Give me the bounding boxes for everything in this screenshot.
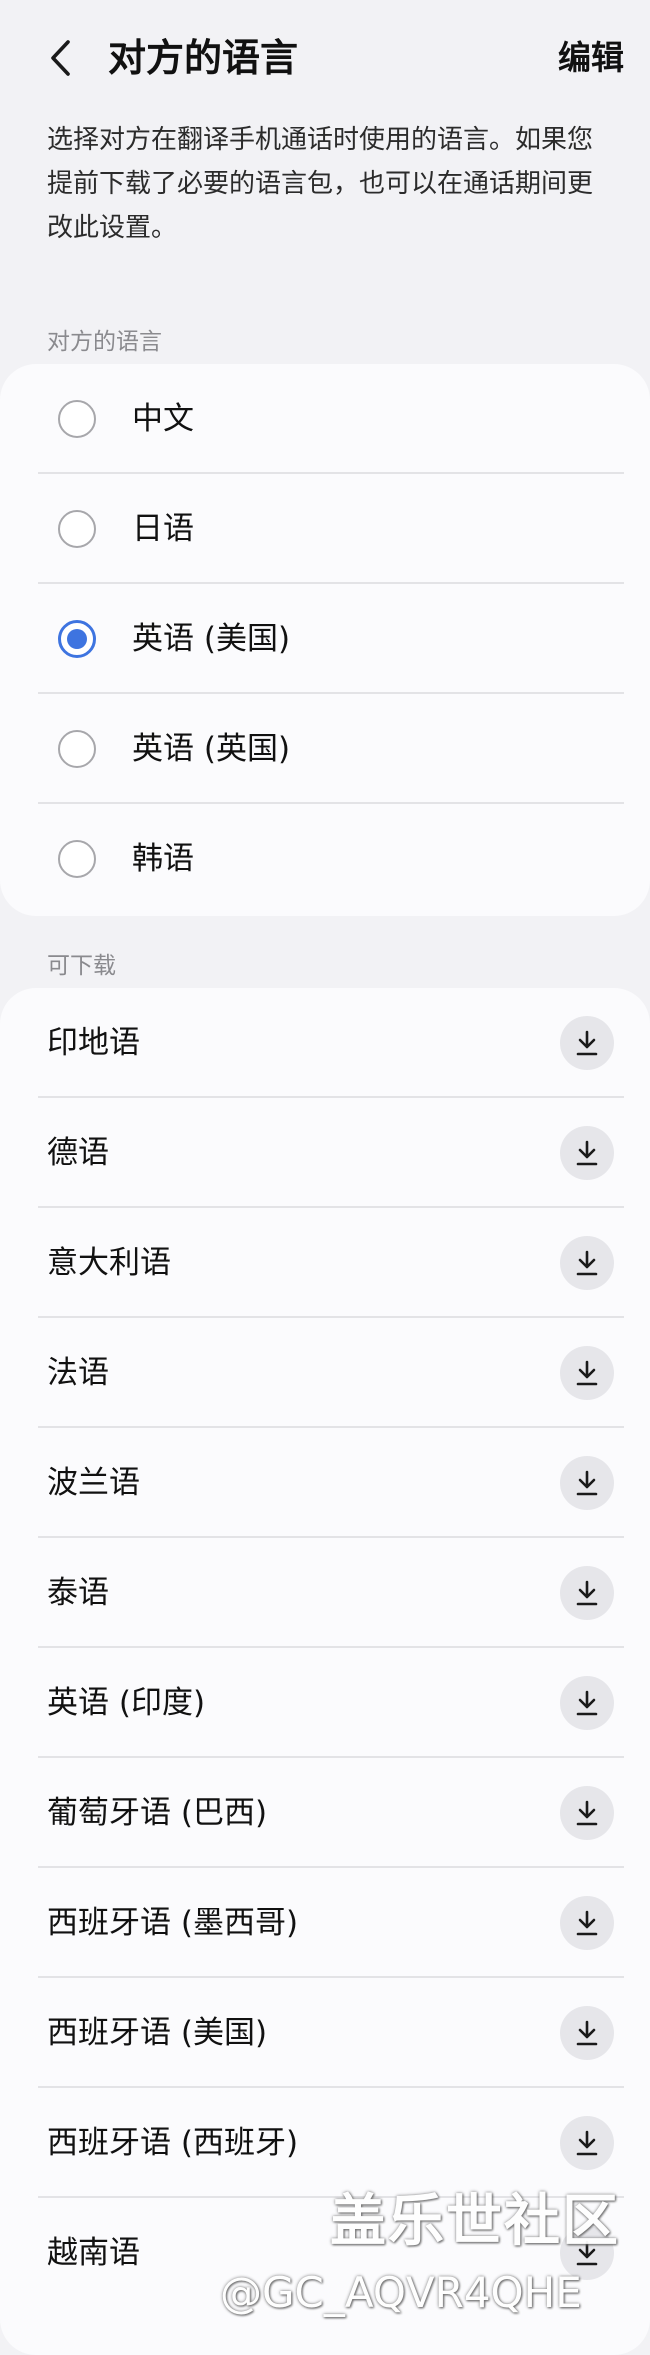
watermark-brand: 盖乐世社区	[330, 2189, 620, 2254]
download-item-label: 泰语	[47, 1575, 109, 1611]
selected-languages-list: 中文 日语 英语 (美国) 英语 (英国) 韩语	[0, 364, 650, 916]
section-label-selected: 对方的语言	[47, 329, 162, 355]
download-item-french[interactable]: 法语	[38, 1318, 624, 1428]
download-icon	[576, 1470, 598, 1496]
download-icon	[576, 1030, 598, 1056]
download-item-spanish-mexico[interactable]: 西班牙语 (墨西哥)	[38, 1868, 624, 1978]
download-icon	[576, 2130, 598, 2156]
download-item-polish[interactable]: 波兰语	[38, 1428, 624, 1538]
download-item-label: 葡萄牙语 (巴西)	[47, 1795, 268, 1831]
download-item-label: 意大利语	[47, 1245, 171, 1281]
download-item-label: 法语	[47, 1355, 109, 1391]
download-icon	[576, 1800, 598, 1826]
download-item-label: 波兰语	[47, 1465, 140, 1501]
download-item-label: 印地语	[47, 1025, 140, 1061]
radio-button-checked[interactable]	[58, 620, 96, 658]
download-button[interactable]	[560, 1126, 614, 1180]
language-option-english-us[interactable]: 英语 (美国)	[38, 584, 624, 694]
language-option-chinese[interactable]: 中文	[38, 364, 624, 474]
radio-button[interactable]	[58, 510, 96, 548]
section-label-downloadable: 可下载	[47, 953, 116, 979]
language-option-label: 日语	[132, 511, 194, 547]
download-item-label: 德语	[47, 1135, 109, 1171]
page-description: 选择对方在翻译手机通话时使用的语言。如果您提前下载了必要的语言包，也可以在通话期…	[47, 125, 594, 243]
download-icon	[576, 1690, 598, 1716]
language-option-japanese[interactable]: 日语	[38, 474, 624, 584]
radio-button[interactable]	[58, 840, 96, 878]
download-button[interactable]	[560, 1346, 614, 1400]
download-item-thai[interactable]: 泰语	[38, 1538, 624, 1648]
download-button[interactable]	[560, 1456, 614, 1510]
download-icon	[576, 1580, 598, 1606]
download-button[interactable]	[560, 2006, 614, 2060]
download-button[interactable]	[560, 1566, 614, 1620]
download-item-spanish-us[interactable]: 西班牙语 (美国)	[38, 1978, 624, 2088]
download-button[interactable]	[560, 1896, 614, 1950]
language-option-label: 英语 (美国)	[132, 621, 291, 657]
back-button[interactable]	[36, 30, 86, 86]
download-button[interactable]	[560, 1676, 614, 1730]
downloadable-languages-list: 印地语 德语 意大利语 法语 波兰语 泰语 英语 (印度) 葡萄牙语 (巴西) …	[0, 988, 650, 2355]
download-icon	[576, 1250, 598, 1276]
download-item-hindi[interactable]: 印地语	[38, 988, 624, 1098]
download-item-label: 西班牙语 (美国)	[47, 2015, 268, 2051]
download-button[interactable]	[560, 1786, 614, 1840]
download-item-italian[interactable]: 意大利语	[38, 1208, 624, 1318]
download-icon	[576, 2020, 598, 2046]
download-item-english-india[interactable]: 英语 (印度)	[38, 1648, 624, 1758]
language-option-korean[interactable]: 韩语	[38, 804, 624, 914]
download-button[interactable]	[560, 2116, 614, 2170]
language-option-label: 中文	[132, 401, 194, 437]
download-item-label: 西班牙语 (西班牙)	[47, 2125, 299, 2161]
radio-button[interactable]	[58, 730, 96, 768]
download-button[interactable]	[560, 1236, 614, 1290]
download-item-portuguese-brazil[interactable]: 葡萄牙语 (巴西)	[38, 1758, 624, 1868]
language-option-label: 英语 (英国)	[132, 731, 291, 767]
download-item-label: 西班牙语 (墨西哥)	[47, 1905, 299, 1941]
app-header: 对方的语言 编辑	[0, 0, 650, 120]
chevron-left-icon	[51, 40, 70, 76]
edit-button[interactable]: 编辑	[558, 30, 624, 86]
download-icon	[576, 1910, 598, 1936]
radio-button[interactable]	[58, 400, 96, 438]
language-option-english-uk[interactable]: 英语 (英国)	[38, 694, 624, 804]
download-item-german[interactable]: 德语	[38, 1098, 624, 1208]
download-item-label: 英语 (印度)	[47, 1685, 206, 1721]
download-button[interactable]	[560, 1016, 614, 1070]
language-option-label: 韩语	[132, 841, 194, 877]
page-title: 对方的语言	[108, 36, 299, 80]
download-icon	[576, 1140, 598, 1166]
watermark-handle: @GC_AQVR4QHE	[220, 2268, 582, 2317]
download-item-label: 越南语	[47, 2235, 140, 2271]
download-icon	[576, 1360, 598, 1386]
